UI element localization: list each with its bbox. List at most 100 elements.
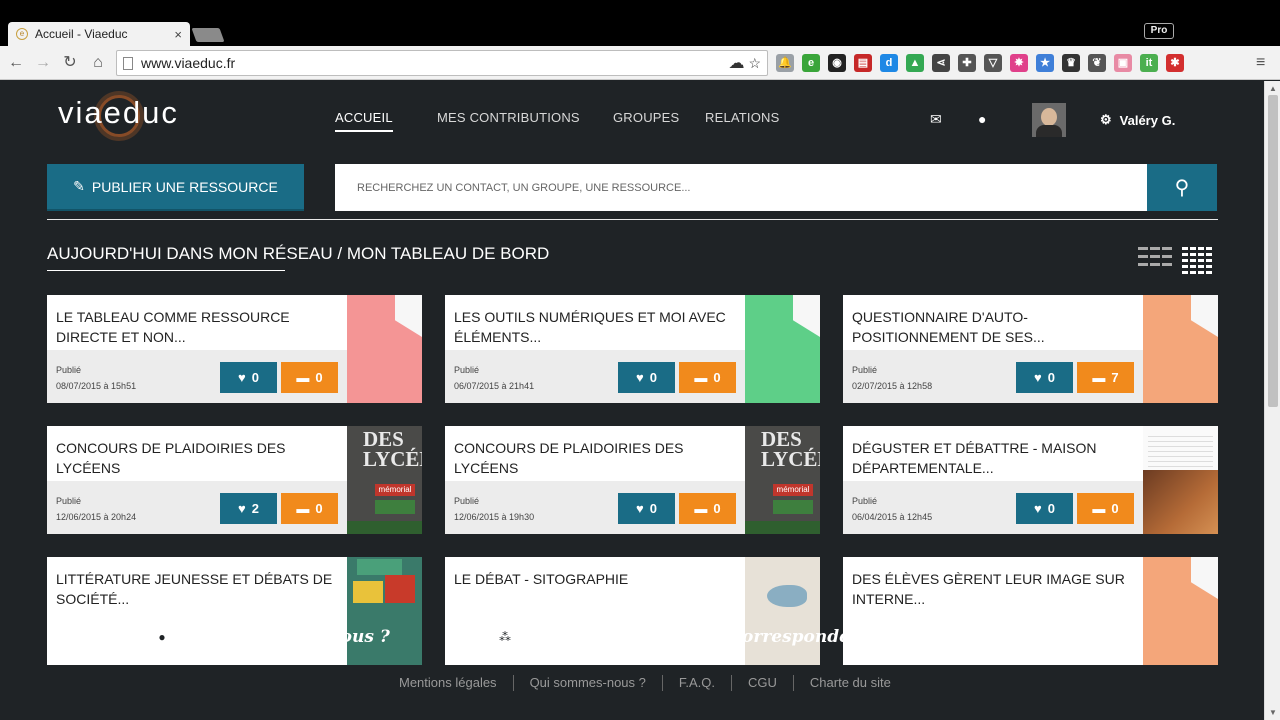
card-thumbnail[interactable] (347, 557, 422, 665)
it-icon[interactable]: it (1140, 54, 1158, 72)
user-avatar[interactable] (1032, 103, 1066, 137)
share-icon[interactable]: ⋖ (932, 54, 950, 72)
publish-date: 08/07/2015 à 15h51 (56, 381, 137, 391)
footer-link[interactable]: Qui sommes-nous ? (514, 675, 662, 691)
puzzle-icon[interactable]: ✚ (958, 54, 976, 72)
card-thumbnail[interactable] (1143, 557, 1218, 665)
evernote-icon[interactable]: e (802, 54, 820, 72)
resource-card[interactable]: DÉGUSTER ET DÉBATTRE - MAISON DÉPARTEMEN… (843, 426, 1218, 534)
like-button[interactable]: ♥ 0 (618, 493, 675, 524)
nav-accueil[interactable]: ACCUEIL (335, 110, 393, 132)
comment-button[interactable]: ▬ 0 (679, 362, 736, 393)
nav-mes-contributions[interactable]: MES CONTRIBUTIONS (437, 110, 580, 125)
group-suggestions-link[interactable]: Les groupes qui vous correspondent (525, 627, 870, 647)
bookmark-star-icon[interactable]: ☆ (748, 55, 761, 72)
search-button[interactable]: ⚲ (1147, 164, 1217, 211)
leaf-icon[interactable]: ❦ (1088, 54, 1106, 72)
thumbnail-text: DES LYCÉE (761, 427, 820, 471)
nav-groupes[interactable]: GROUPES (613, 110, 679, 125)
footer-link[interactable]: F.A.Q. (663, 675, 731, 691)
card-meta: Publié 02/07/2015 à 12h58 ♥ 0 ▬ 7 (843, 350, 1143, 403)
card-title[interactable]: DÉGUSTER ET DÉBATTRE - MAISON DÉPARTEMEN… (852, 438, 1140, 478)
scroll-up-icon[interactable]: ▲ (1269, 84, 1277, 93)
resource-card[interactable]: LES OUTILS NUMÉRIQUES ET MOI AVEC ÉLÉMEN… (445, 295, 820, 403)
card-thumbnail[interactable]: DES LYCÉE mémorial (347, 426, 422, 534)
list-view-icon[interactable] (1138, 247, 1172, 269)
like-button[interactable]: ♥ 0 (1016, 493, 1073, 524)
card-title[interactable]: LE DÉBAT - SITOGRAPHIE (454, 569, 742, 589)
comment-button[interactable]: ▬ 0 (1077, 493, 1134, 524)
profile-badge[interactable]: Pro (1144, 23, 1174, 39)
browser-tabbar: e Accueil - Viaeduc × Pro (0, 0, 1280, 46)
like-button[interactable]: ♥ 0 (618, 362, 675, 393)
card-thumbnail[interactable] (1143, 295, 1218, 403)
comment-button[interactable]: ▬ 0 (281, 362, 338, 393)
card-title[interactable]: LE TABLEAU COMME RESSOURCE DIRECTE ET NO… (56, 307, 344, 347)
scroll-down-icon[interactable]: ▼ (1269, 708, 1277, 717)
crown-icon[interactable]: ♛ (1062, 54, 1080, 72)
resource-card[interactable]: DES ÉLÈVES GÈRENT LEUR IMAGE SUR INTERNE… (843, 557, 1218, 665)
tab-close-icon[interactable]: × (174, 27, 182, 42)
nav-relations[interactable]: RELATIONS (705, 110, 780, 125)
resource-card[interactable]: CONCOURS DE PLAIDOIRIES DES LYCÉENS Publi… (47, 426, 422, 534)
card-thumbnail[interactable] (347, 295, 422, 403)
footer-link[interactable]: Mentions légales (399, 675, 513, 691)
like-button[interactable]: ♥ 0 (220, 362, 277, 393)
like-button[interactable]: ♥ 0 (1016, 362, 1073, 393)
people-suggestions-link[interactable]: Les connaissez-vous ? (182, 627, 390, 647)
d-icon[interactable]: d (880, 54, 898, 72)
user-menu[interactable]: ⚙ Valéry G. (1100, 112, 1175, 128)
card-thumbnail[interactable] (745, 557, 820, 665)
search-input[interactable]: RECHERCHEZ UN CONTACT, UN GROUPE, UNE RE… (335, 164, 1147, 211)
comment-button[interactable]: ▬ 7 (1077, 362, 1134, 393)
card-thumbnail[interactable] (745, 295, 820, 403)
star-badge-icon[interactable]: ★ (1036, 54, 1054, 72)
drive-icon[interactable]: ▲ (906, 54, 924, 72)
scrollbar-thumb[interactable] (1268, 95, 1278, 407)
address-bar[interactable]: www.viaeduc.fr ☁ ☆ (116, 50, 768, 76)
comment-button[interactable]: ▬ 0 (281, 493, 338, 524)
resource-card[interactable]: QUESTIONNAIRE D'AUTO-POSITIONNEMENT DE S… (843, 295, 1218, 403)
footer-link[interactable]: CGU (732, 675, 793, 691)
card-title[interactable]: QUESTIONNAIRE D'AUTO-POSITIONNEMENT DE S… (852, 307, 1140, 347)
comment-button[interactable]: ▬ 0 (679, 493, 736, 524)
resource-card[interactable]: LE TABLEAU COMME RESSOURCE DIRECTE ET NO… (47, 295, 422, 403)
chrome-menu-icon[interactable]: ≡ (1256, 55, 1272, 71)
ext-cloud-icon[interactable]: ☁ (728, 53, 744, 73)
mail-icon[interactable]: ✉ (930, 111, 942, 128)
browser-tab[interactable]: e Accueil - Viaeduc × (8, 22, 190, 46)
publish-resource-button[interactable]: ✎ PUBLIER UNE RESSOURCE (47, 164, 304, 211)
disc-icon[interactable]: ◉ (828, 54, 846, 72)
card-title[interactable]: DES ÉLÈVES GÈRENT LEUR IMAGE SUR INTERNE… (852, 569, 1140, 609)
resource-card[interactable]: LE DÉBAT - SITOGRAPHIE (445, 557, 820, 665)
reload-icon[interactable]: ↻ (60, 54, 80, 72)
card-thumbnail[interactable]: DES LYCÉE mémorial (745, 426, 820, 534)
card-title[interactable]: CONCOURS DE PLAIDOIRIES DES LYCÉENS (454, 438, 742, 478)
pocket-icon[interactable]: ▽ (984, 54, 1002, 72)
notifications-icon[interactable]: ● (978, 111, 986, 127)
resource-card[interactable]: CONCOURS DE PLAIDOIRIES DES LYCÉENS Publi… (445, 426, 820, 534)
like-button[interactable]: ♥ 2 (220, 493, 277, 524)
resource-card[interactable]: LITTÉRATURE JEUNESSE ET DÉBATS DE SOCIÉT… (47, 557, 422, 665)
comment-icon: ▬ (694, 370, 708, 385)
forward-arrow-icon[interactable]: → (33, 54, 53, 72)
home-icon[interactable]: ⌂ (88, 54, 108, 72)
plugin-icon[interactable]: ✱ (1166, 54, 1184, 72)
new-tab-button[interactable] (191, 28, 225, 42)
film-icon[interactable]: ▤ (854, 54, 872, 72)
color-wheel-icon[interactable]: ✸ (1010, 54, 1028, 72)
card-title[interactable]: LITTÉRATURE JEUNESSE ET DÉBATS DE SOCIÉT… (56, 569, 344, 609)
footer-link[interactable]: Charte du site (794, 675, 907, 691)
card-title[interactable]: LES OUTILS NUMÉRIQUES ET MOI AVEC ÉLÉMEN… (454, 307, 742, 347)
publish-date: 12/06/2015 à 19h30 (454, 512, 535, 522)
card-thumbnail[interactable] (1143, 426, 1218, 534)
bell-icon[interactable]: 🔔 (776, 54, 794, 72)
grid-view-icon[interactable] (1182, 247, 1212, 275)
like-count: 0 (1047, 501, 1055, 516)
back-arrow-icon[interactable]: ← (6, 54, 26, 72)
card-title[interactable]: CONCOURS DE PLAIDOIRIES DES LYCÉENS (56, 438, 344, 478)
site-logo[interactable]: viaeduc (58, 95, 179, 131)
card-status: Publié 12/06/2015 à 20h24 (56, 493, 136, 525)
page-scrollbar[interactable]: ▲ ▼ (1264, 81, 1280, 720)
chat-icon[interactable]: ▣ (1114, 54, 1132, 72)
